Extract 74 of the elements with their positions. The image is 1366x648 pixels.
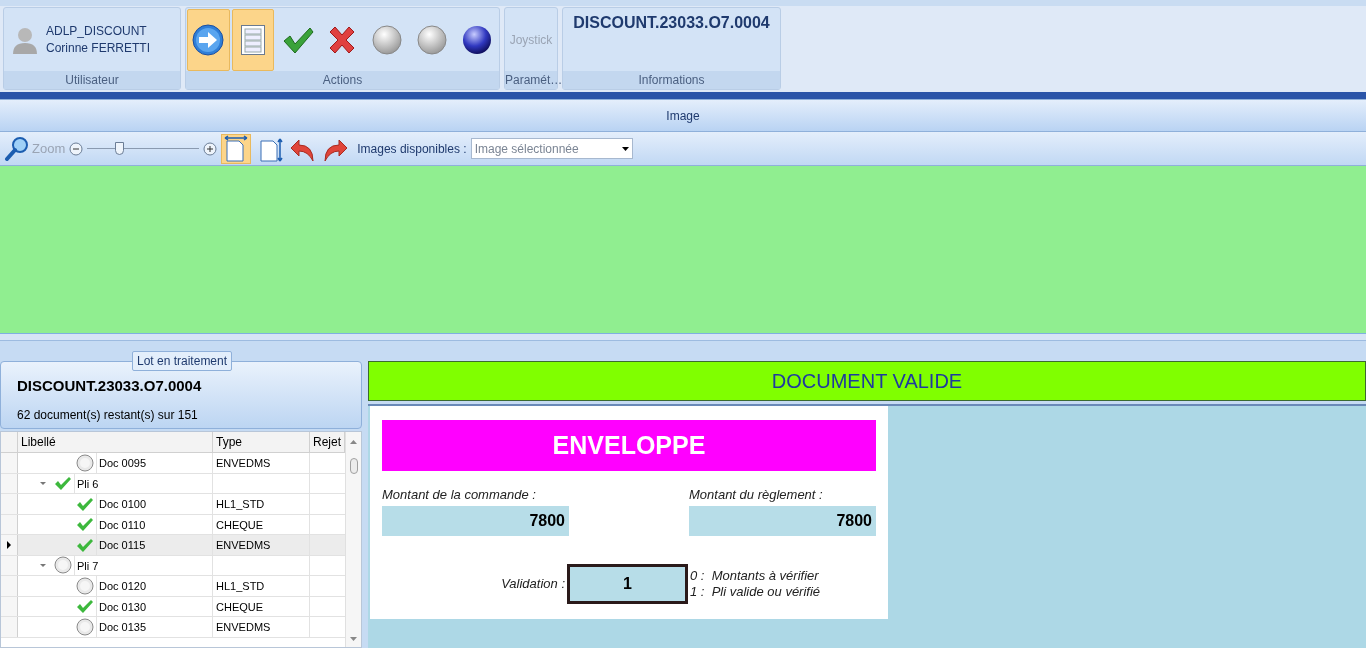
column-header[interactable]: Type	[213, 432, 310, 452]
page-icon	[223, 134, 250, 163]
row-label: Doc 0120	[96, 576, 212, 596]
row-label: Doc 0135	[96, 617, 212, 637]
expand-caret-icon[interactable]	[40, 563, 46, 567]
images-label: Images disponibles :	[357, 140, 467, 158]
user-name: Corinne FERRETTI	[46, 39, 151, 57]
scrollbar[interactable]	[345, 432, 361, 647]
grid-row[interactable]: Doc 0115 ENVEDMS	[1, 535, 345, 556]
type-cell: HL1_STD	[213, 576, 310, 596]
grid-row[interactable]: Doc 0100 HL1_STD	[1, 494, 345, 515]
amount-label: Montant de la commande :	[382, 486, 537, 504]
zoom-in-icon[interactable]	[203, 141, 218, 156]
legend-line: 0 : Montants à vérifier	[690, 567, 820, 584]
splitter-bar[interactable]	[0, 92, 1366, 100]
row-label: Doc 0100	[96, 494, 212, 514]
type-cell: CHEQUE	[213, 596, 310, 616]
arrow-right-icon	[192, 23, 225, 56]
grid-row[interactable]: Pli 6	[1, 473, 345, 494]
scroll-up-icon[interactable]	[350, 440, 357, 444]
type-cell: HL1_STD	[213, 494, 310, 514]
zoom-out-icon[interactable]	[69, 141, 84, 156]
grid-row[interactable]: Doc 0095 ENVEDMS	[1, 453, 345, 474]
row-label: Doc 0130	[96, 596, 212, 616]
search-icon[interactable]	[4, 136, 28, 161]
type-cell: ENVEDMS	[213, 453, 310, 473]
column-header[interactable]: Libellé	[18, 432, 213, 452]
grid-row[interactable]: Doc 0135 ENVEDMS	[1, 617, 345, 638]
amount-label: Montant du règlement :	[689, 486, 824, 504]
image-dropdown[interactable]: Image sélectionnée	[470, 138, 633, 159]
grid-row[interactable]: Doc 0130 CHEQUE	[1, 596, 345, 617]
validation-label: Validation :	[500, 574, 566, 593]
form-title: ENVELOPPE	[382, 420, 876, 471]
row-header[interactable]	[1, 535, 18, 555]
row-pointer-icon	[7, 540, 11, 549]
panel-legend: Lot en traitement	[132, 351, 233, 371]
dropdown-value: Image sélectionnée	[474, 140, 579, 158]
scroll-thumb[interactable]	[349, 458, 358, 474]
group-caption: Actions	[186, 71, 499, 89]
row-label: Pli 7	[74, 555, 212, 575]
slider-thumb[interactable]	[114, 141, 124, 155]
ball-icon	[372, 24, 403, 55]
type-cell: CHEQUE	[213, 514, 310, 534]
type-cell: ENVEDMS	[213, 617, 310, 637]
ball-icon	[416, 24, 447, 55]
batch-name: DISCOUNT.23033.O7.0004	[17, 376, 203, 396]
amount-field: 7800	[689, 505, 876, 536]
grid-row[interactable]: Doc 0120 HL1_STD	[1, 576, 345, 597]
menu-document-icon	[241, 24, 266, 55]
row-label: Doc 0095	[96, 453, 212, 473]
user-login: ADLP_DISCOUNT	[46, 22, 148, 40]
caret-icon	[621, 146, 629, 151]
panel-title: Image	[0, 100, 1366, 132]
fit-width-button[interactable]	[221, 133, 252, 164]
user-icon	[12, 25, 38, 54]
row-label: Doc 0110	[96, 514, 212, 534]
action-button[interactable]	[187, 8, 230, 71]
row-label: Pli 6	[74, 473, 212, 493]
status-banner: DOCUMENT VALIDE	[368, 361, 1366, 401]
grid-row[interactable]: Pli 7	[1, 555, 345, 576]
legend-line: 1 : Pli valide ou vérifié	[690, 583, 821, 600]
validation-field[interactable]: 1	[567, 563, 688, 604]
amount-field: 7800	[382, 505, 569, 536]
zoom-slider[interactable]	[87, 141, 200, 156]
batch-id: DISCOUNT.23033.O7.0004	[573, 13, 770, 33]
ball-icon	[461, 24, 492, 55]
remaining-count: 62 document(s) restant(s) sur 151	[17, 406, 199, 424]
scroll-down-icon[interactable]	[350, 637, 357, 641]
row-label: Doc 0115	[96, 535, 212, 555]
group-caption: Utilisateur	[4, 71, 180, 89]
type-cell: ENVEDMS	[213, 535, 310, 555]
expand-caret-icon[interactable]	[40, 481, 46, 485]
group-caption: Informations	[563, 71, 780, 89]
zoom-label: Zoom	[32, 139, 66, 158]
